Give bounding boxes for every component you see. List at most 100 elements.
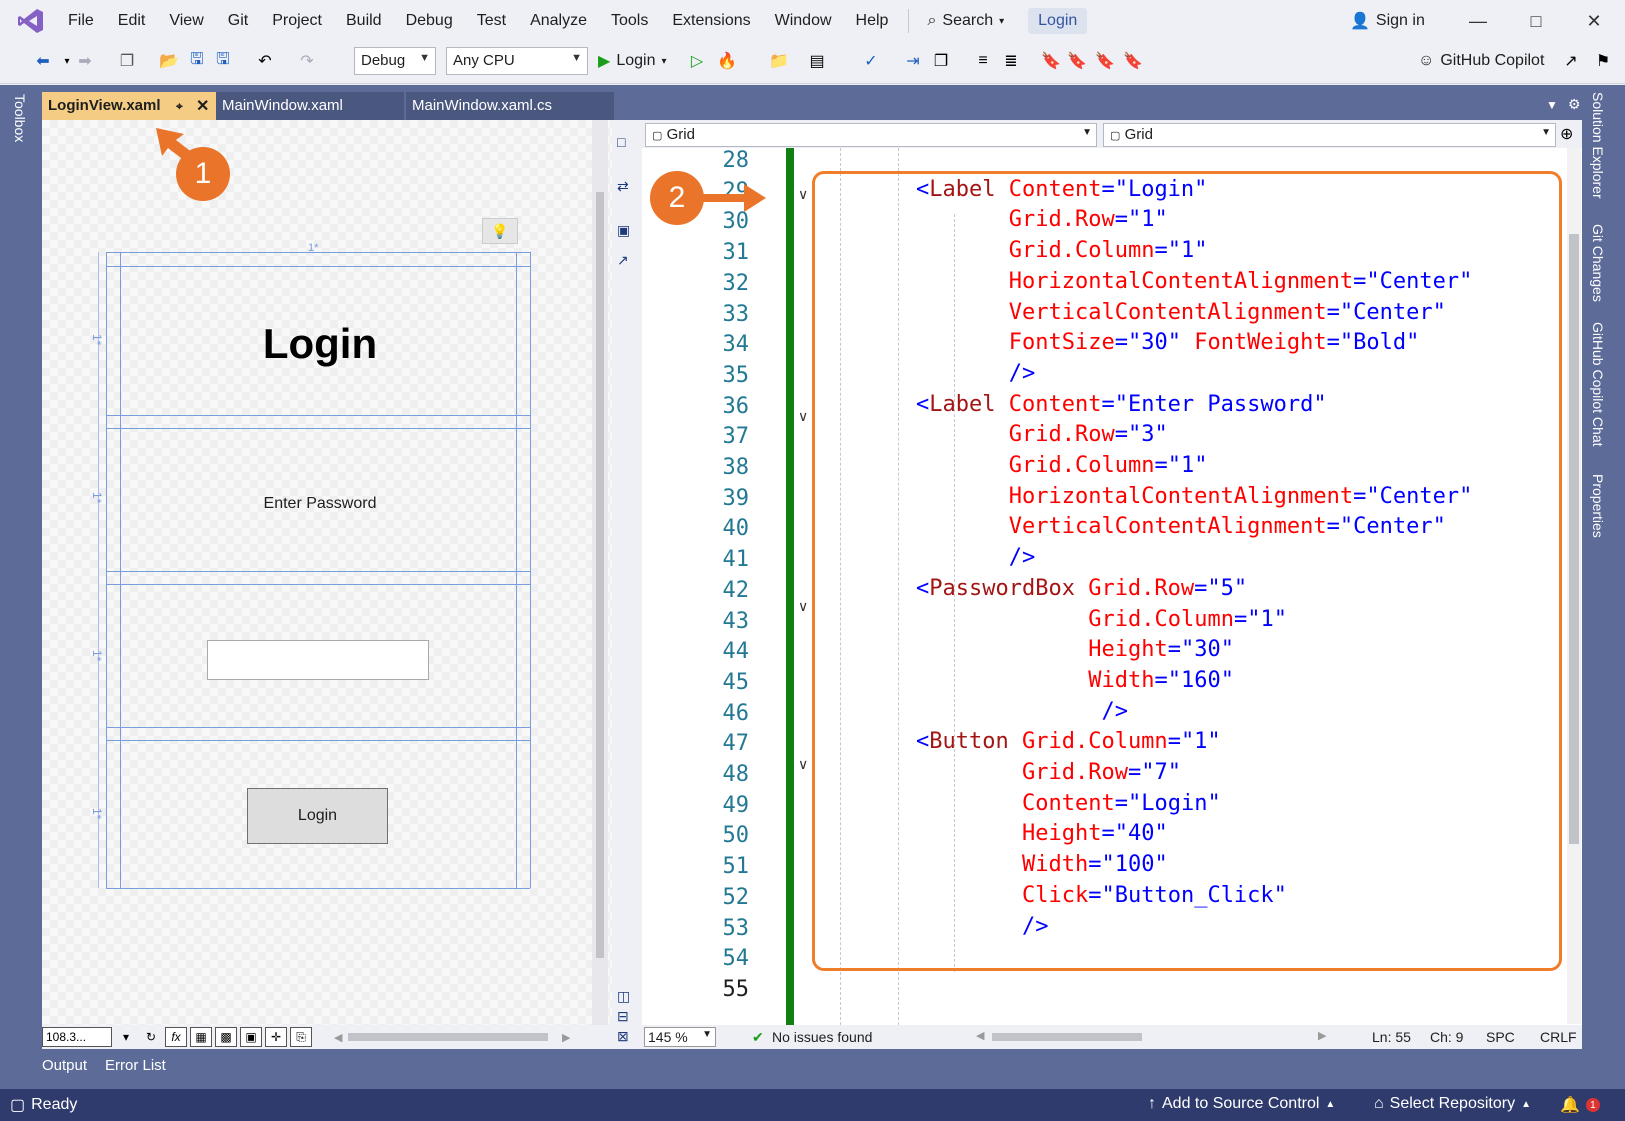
close-icon[interactable]: ✕ — [196, 96, 209, 116]
lightbulb-icon[interactable]: 💡 — [482, 218, 518, 244]
copilot-chat-tab[interactable]: GitHub Copilot Chat — [1590, 322, 1606, 447]
popout-icon[interactable]: ↗ — [617, 252, 629, 269]
line-indicator[interactable]: Ln: 55 — [1372, 1029, 1411, 1045]
snap-lines-icon[interactable]: ✛ — [265, 1027, 287, 1047]
git-changes-tab[interactable]: Git Changes — [1590, 224, 1606, 302]
editor-vertical-scrollbar[interactable] — [1567, 148, 1581, 1024]
outdent-icon[interactable]: ≣ — [1000, 50, 1022, 72]
hot-reload-icon[interactable]: 🔥 — [716, 50, 738, 72]
designer-password-box[interactable] — [207, 640, 429, 680]
menu-file[interactable]: File — [56, 0, 106, 42]
column-size-marker[interactable]: 1* — [308, 242, 318, 254]
undo-icon[interactable]: ↶ — [254, 50, 276, 72]
back-icon[interactable]: ⬅ — [32, 50, 54, 72]
split-editor-icon[interactable]: ⊕ — [1560, 124, 1573, 144]
tab-loginview-xaml[interactable]: LoginView.xaml ⌖ ✕ — [42, 92, 216, 120]
menu-window[interactable]: Window — [763, 0, 844, 42]
tab-mainwindow-xaml[interactable]: MainWindow.xaml — [216, 92, 404, 120]
menu-test[interactable]: Test — [465, 0, 518, 42]
feedback-icon[interactable]: ⚑ — [1592, 50, 1614, 72]
share-icon[interactable]: ↗ — [1560, 50, 1582, 72]
bookmark-next-icon[interactable]: 🔖 — [1094, 50, 1116, 72]
menu-view[interactable]: View — [157, 0, 215, 42]
sign-in-button[interactable]: 👤 Sign in — [1350, 0, 1425, 42]
open-folder-icon[interactable]: 📂 — [158, 50, 180, 72]
menu-help[interactable]: Help — [844, 0, 901, 42]
solution-explorer-tab[interactable]: Solution Explorer — [1590, 92, 1606, 199]
collapse-region-icon[interactable]: ∨ — [798, 408, 808, 425]
designer-vertical-scrollbar[interactable] — [592, 120, 608, 1025]
tab-output[interactable]: Output — [42, 1057, 87, 1074]
platform-select[interactable]: Any CPU ▼ — [446, 47, 588, 75]
snap-gridlines-icon[interactable]: ▩ — [215, 1027, 237, 1047]
notifications-button[interactable]: 🔔 1 — [1560, 1095, 1600, 1115]
scrollbar-thumb[interactable] — [596, 192, 604, 958]
collapse-region-icon[interactable]: ∨ — [798, 756, 808, 773]
designer-login-button[interactable]: Login — [247, 788, 388, 844]
horizontal-split-icon[interactable]: ⊟ — [617, 1008, 629, 1025]
maximize-button[interactable]: □ — [1508, 0, 1564, 42]
scroll-left-icon[interactable]: ◀ — [334, 1031, 342, 1044]
indent-icon[interactable]: ≡ — [972, 50, 994, 72]
forward-icon[interactable]: ➡ — [74, 50, 96, 72]
save-icon[interactable]: 🖫 — [186, 50, 208, 72]
configuration-select[interactable]: Debug ▼ — [354, 47, 436, 75]
redo-icon[interactable]: ↷ — [296, 50, 318, 72]
bookmark-icon[interactable]: 🔖 — [1040, 50, 1062, 72]
chevron-down-icon[interactable]: ▾ — [115, 1027, 137, 1047]
bookmark-clear-icon[interactable]: 🔖 — [1122, 50, 1144, 72]
save-all-icon[interactable]: 🖫 — [212, 50, 234, 72]
search-box[interactable]: ⌕ Search ▾ — [917, 12, 1014, 30]
whitespace-indicator[interactable]: SPC — [1486, 1029, 1515, 1045]
layout-icon[interactable]: ▤ — [806, 50, 828, 72]
designer-title-label[interactable]: Login — [100, 320, 540, 368]
menu-project[interactable]: Project — [260, 0, 334, 42]
menu-extensions[interactable]: Extensions — [660, 0, 762, 42]
editor-zoom-select[interactable]: 145 % ▼ — [644, 1027, 716, 1047]
artboard-background-icon[interactable]: ▣ — [240, 1027, 262, 1047]
minimize-button[interactable]: — — [1450, 0, 1506, 42]
design-view-icon[interactable]: □ — [617, 134, 625, 150]
add-to-source-control-button[interactable]: ↑ Add to Source Control ▲ — [1148, 1095, 1335, 1113]
tab-error-list[interactable]: Error List — [105, 1057, 166, 1074]
designer-password-label[interactable]: Enter Password — [100, 495, 540, 513]
step-icon[interactable]: ⇥ — [902, 50, 924, 72]
line-ending-indicator[interactable]: CRLF — [1540, 1029, 1577, 1045]
tab-mainwindow-xaml-cs[interactable]: MainWindow.xaml.cs — [406, 92, 614, 120]
menu-tools[interactable]: Tools — [599, 0, 660, 42]
spell-check-icon[interactable]: ✓ — [860, 50, 882, 72]
github-copilot-button[interactable]: ☺ GitHub Copilot — [1418, 47, 1544, 75]
element-nav-select[interactable]: ▢ Grid ▼ — [645, 123, 1097, 147]
pin-icon[interactable]: ⌖ — [176, 99, 183, 114]
scroll-left-icon[interactable]: ◀ — [976, 1029, 984, 1042]
menu-analyze[interactable]: Analyze — [518, 0, 599, 42]
menu-build[interactable]: Build — [334, 0, 394, 42]
designer-horizontal-scroll-thumb[interactable] — [348, 1033, 548, 1041]
editor-horizontal-scroll-thumb[interactable] — [992, 1033, 1142, 1041]
menu-git[interactable]: Git — [216, 0, 260, 42]
scroll-right-icon[interactable]: ▶ — [562, 1031, 570, 1044]
properties-tab[interactable]: Properties — [1590, 474, 1606, 538]
refresh-icon[interactable]: ↻ — [140, 1027, 162, 1047]
menu-debug[interactable]: Debug — [394, 0, 465, 42]
swap-panes-icon[interactable]: ⇄ — [617, 178, 629, 195]
designer-zoom-select[interactable]: 108.3... — [42, 1027, 112, 1047]
issues-status[interactable]: No issues found — [772, 1029, 872, 1045]
scroll-right-icon[interactable]: ▶ — [1318, 1029, 1326, 1042]
collapse-pane-icon[interactable]: ⊠ — [617, 1028, 629, 1045]
project-code-icon[interactable]: ⎘ — [290, 1027, 312, 1047]
start-without-debugging-icon[interactable]: ▷ — [686, 50, 708, 72]
tab-overflow-icon[interactable]: ▼ — [1546, 98, 1558, 112]
gear-icon[interactable]: ⚙ — [1568, 96, 1581, 113]
effects-button[interactable]: fx — [165, 1027, 187, 1047]
collapse-region-icon[interactable]: ∨ — [798, 186, 808, 203]
menu-edit[interactable]: Edit — [106, 0, 158, 42]
collapse-region-icon[interactable]: ∨ — [798, 598, 808, 615]
copy-icon[interactable]: ❐ — [930, 50, 952, 72]
start-debugging-button[interactable]: ▶ Login ▾ — [598, 47, 667, 75]
xaml-view-icon[interactable]: ▣ — [617, 222, 630, 239]
scrollbar-thumb[interactable] — [1569, 234, 1579, 844]
solution-name[interactable]: Login — [1028, 8, 1088, 34]
row-size-marker[interactable]: 1* — [90, 808, 104, 819]
toolbox-tab[interactable]: Toolbox — [12, 94, 28, 142]
